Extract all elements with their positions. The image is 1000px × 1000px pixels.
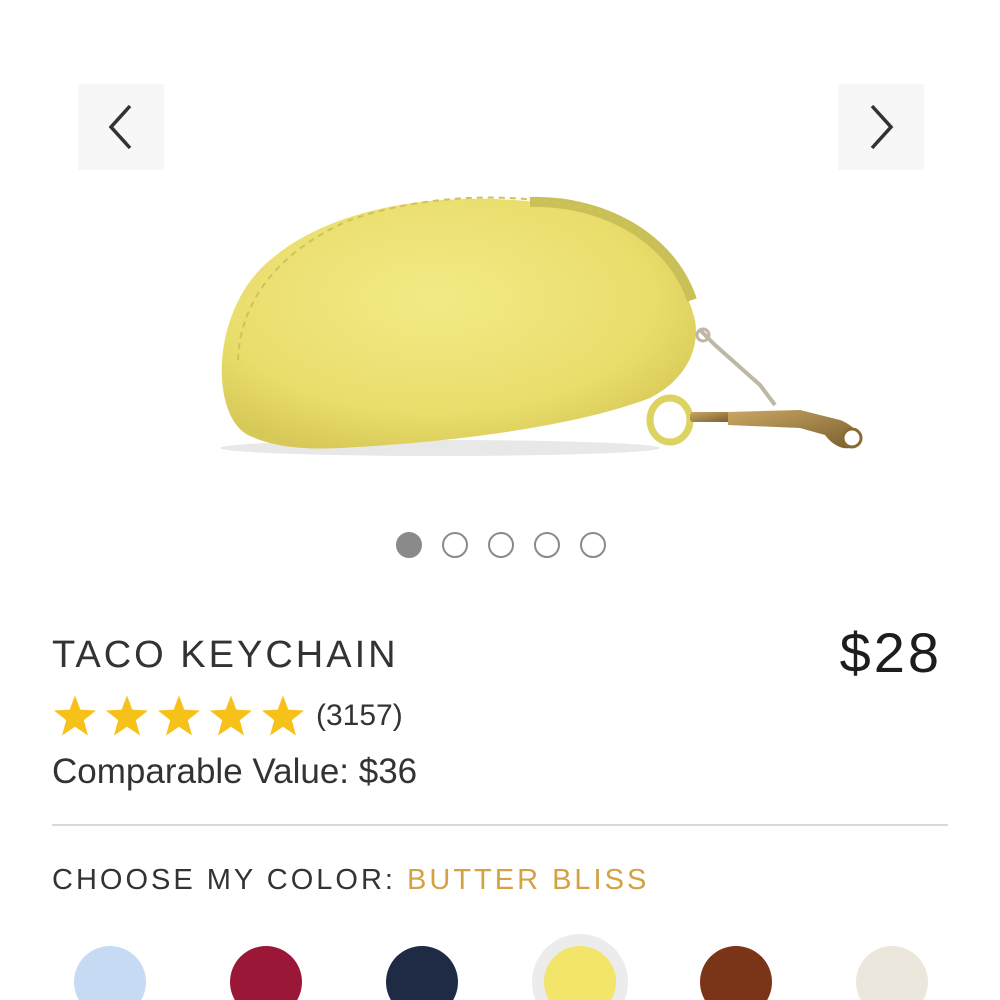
color-swatch[interactable]	[856, 946, 928, 1000]
color-swatch[interactable]	[230, 946, 302, 1000]
carousel-dot[interactable]	[488, 532, 514, 558]
chevron-left-icon	[108, 104, 132, 150]
divider	[52, 824, 948, 826]
carousel-dot[interactable]	[534, 532, 560, 558]
star-icon	[261, 695, 305, 736]
review-count[interactable]: (3157)	[316, 699, 403, 733]
comparable-value: Comparable Value: $36	[52, 752, 418, 791]
star-icon	[209, 695, 253, 736]
selected-color-name: BUTTER BLISS	[407, 864, 650, 896]
carousel-dot[interactable]	[580, 532, 606, 558]
product-gallery	[0, 0, 1000, 590]
color-label-text: CHOOSE MY COLOR:	[52, 864, 408, 896]
product-image	[220, 196, 863, 456]
color-swatch[interactable]	[74, 946, 146, 1000]
star-icon	[105, 695, 149, 736]
chevron-right-icon	[870, 104, 894, 150]
carousel-dot[interactable]	[442, 532, 468, 558]
star-icon	[157, 695, 201, 736]
product-title: TACO KEYCHAIN	[52, 634, 399, 676]
previous-image-button[interactable]	[78, 84, 164, 170]
product-rating[interactable]: (3157)	[52, 694, 403, 738]
rating-stars	[52, 694, 306, 738]
star-icon	[53, 695, 97, 736]
color-swatch[interactable]	[700, 946, 772, 1000]
next-image-button[interactable]	[838, 84, 924, 170]
color-picker-label: CHOOSE MY COLOR: BUTTER BLISS	[52, 864, 649, 897]
carousel-dot[interactable]	[396, 532, 422, 558]
product-price: $28	[839, 621, 942, 684]
carousel-pagination	[396, 532, 606, 558]
color-swatch[interactable]	[386, 946, 458, 1000]
